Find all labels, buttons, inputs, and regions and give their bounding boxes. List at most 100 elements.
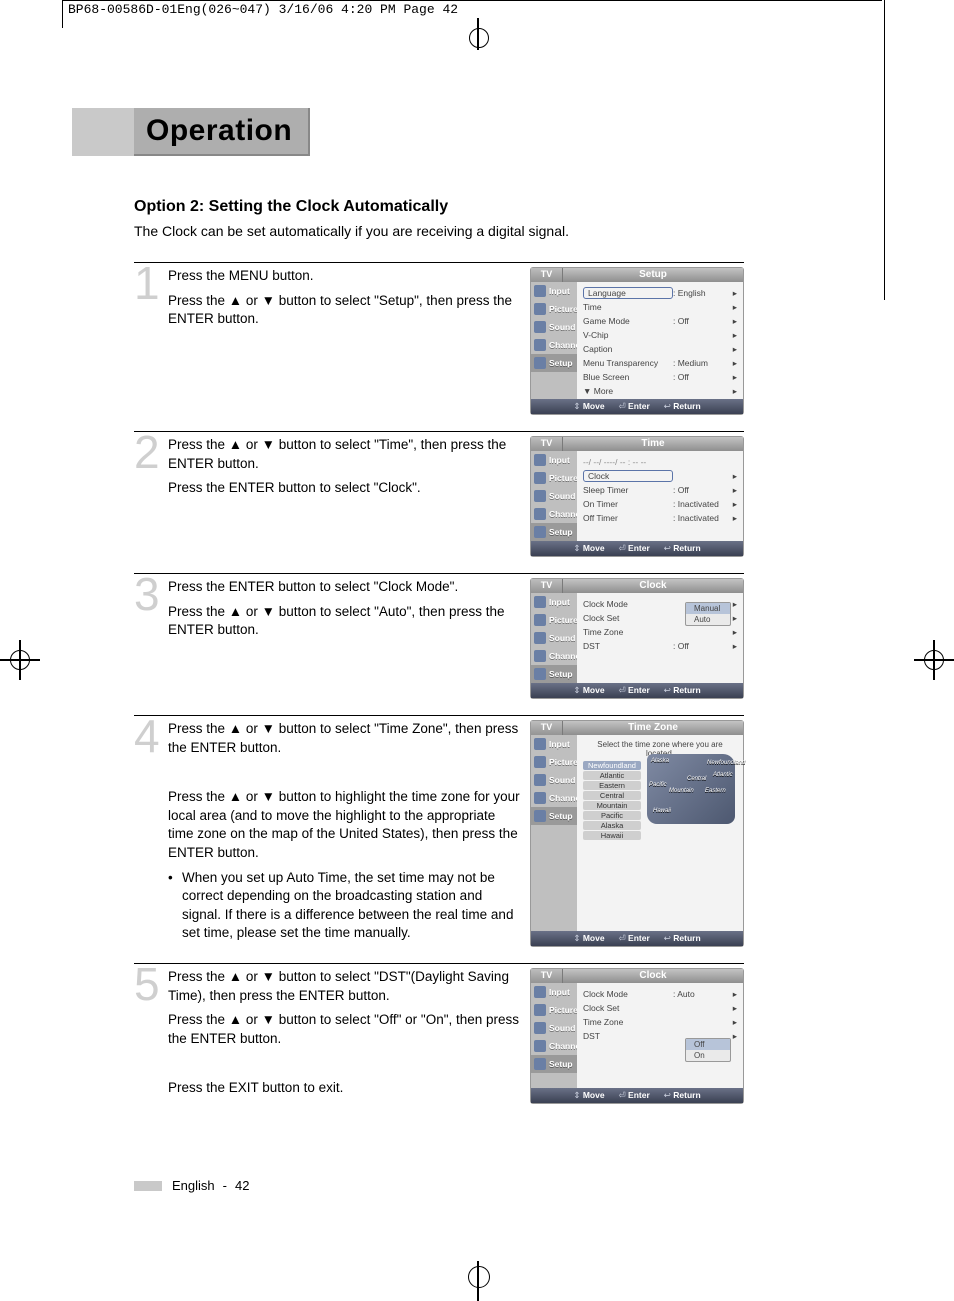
osd-sidebar: InputPictureSoundChannelSetup — [531, 451, 577, 541]
timezone-option[interactable]: Central — [583, 791, 641, 800]
osd-footer: ⇕ Move ⏎ Enter ↩ Return — [531, 541, 743, 556]
osd-sidebar: InputPictureSoundChannelSetup — [531, 735, 577, 931]
osd-row-key: On Timer — [583, 499, 673, 509]
chevron-right-icon: ▸ — [729, 627, 737, 638]
hint-move: ⇕ Move — [573, 933, 604, 944]
hint-return: ↩ Return — [664, 685, 701, 696]
osd-row-key: Clock Mode — [583, 599, 673, 609]
osd-side-label: Picture — [549, 304, 578, 314]
osd-side-label: Picture — [549, 757, 578, 767]
timezone-option[interactable]: Alaska — [583, 821, 641, 830]
step-number: 5 — [134, 964, 168, 1104]
hint-return: ↩ Return — [664, 543, 701, 554]
osd-dropdown-option[interactable]: Off — [686, 1039, 730, 1050]
osd-row-key: Menu Transparency — [583, 358, 673, 368]
osd-side-sound: Sound — [531, 629, 577, 647]
picture-icon — [534, 303, 546, 315]
sound-icon — [534, 490, 546, 502]
osd-side-picture: Picture — [531, 1001, 577, 1019]
osd-side-label: Sound — [549, 491, 575, 501]
osd-dropdown-option[interactable]: Auto — [686, 614, 730, 625]
footer-page-number: 42 — [235, 1178, 249, 1193]
osd-row-key: Time — [583, 302, 673, 312]
osd-row-val: : Off — [673, 372, 729, 382]
osd-row-key: Clock Set — [583, 1003, 673, 1013]
timezone-option[interactable]: Hawaii — [583, 831, 641, 840]
osd-side-picture: Picture — [531, 300, 577, 318]
crop-mark — [62, 0, 63, 28]
osd-title: Clock — [563, 579, 743, 593]
chevron-right-icon: ▸ — [729, 499, 737, 510]
osd-row-key: Game Mode — [583, 316, 673, 326]
osd-panel: Select the time zone where you are locat… — [577, 735, 743, 931]
osd-side-channel: Channel — [531, 336, 577, 354]
osd-dropdown-option[interactable]: Manual — [686, 603, 730, 614]
step-body: Press the MENU button. Press the ▲ or ▼ b… — [168, 267, 530, 415]
timezone-option[interactable]: Atlantic — [583, 771, 641, 780]
timezone-option[interactable]: Newfoundland — [583, 761, 641, 770]
timezone-panel: Select the time zone where you are locat… — [583, 740, 737, 929]
map-label: Hawaii — [653, 808, 671, 814]
osd-side-channel: Channel — [531, 789, 577, 807]
setup-icon — [534, 526, 546, 538]
crop-mark — [884, 0, 885, 300]
page-footer: English - 42 — [134, 1178, 249, 1193]
osd-dropdown[interactable]: ManualAuto — [685, 602, 731, 626]
osd-side-label: Setup — [549, 1059, 573, 1069]
osd-dropdown-option[interactable]: On — [686, 1050, 730, 1061]
step-text: Press the MENU button. — [168, 267, 520, 286]
osd-side-label: Sound — [549, 322, 575, 332]
step-text: Press the ▲ or ▼ button to select "Setup… — [168, 292, 520, 329]
osd-row: V-Chip ▸ — [583, 329, 737, 341]
us-map: Alaska Pacific Mountain Central Eastern … — [647, 754, 735, 824]
timezone-option[interactable]: Eastern — [583, 781, 641, 790]
osd-side-setup: Setup — [531, 354, 577, 372]
registration-mark — [0, 640, 40, 680]
hint-return: ↩ Return — [664, 1090, 701, 1101]
map-label: Pacific — [649, 782, 667, 788]
registration-mark — [914, 640, 954, 680]
osd-row: Menu Transparency : Medium ▸ — [583, 357, 737, 369]
input-icon — [534, 285, 546, 297]
timezone-option[interactable]: Pacific — [583, 811, 641, 820]
osd-side-label: Sound — [549, 633, 575, 643]
osd-row: Clock Mode : Auto ▸ — [583, 988, 737, 1000]
osd-side-label: Setup — [549, 669, 573, 679]
chevron-right-icon: ▸ — [729, 485, 737, 496]
osd-side-setup: Setup — [531, 1055, 577, 1073]
osd-side-picture: Picture — [531, 753, 577, 771]
osd-side-sound: Sound — [531, 318, 577, 336]
osd-row-val: : Off — [673, 641, 729, 651]
step-number: 2 — [134, 432, 168, 557]
hint-enter: ⏎ Enter — [619, 933, 650, 944]
chevron-right-icon: ▸ — [729, 344, 737, 355]
hint-enter: ⏎ Enter — [619, 1090, 650, 1101]
osd-side-channel: Channel — [531, 1037, 577, 1055]
hint-enter: ⏎ Enter — [619, 401, 650, 412]
picture-icon — [534, 472, 546, 484]
osd-screenshot: TV Time InputPictureSoundChannelSetup --… — [530, 436, 744, 557]
step-text: Press the ▲ or ▼ button to highlight the… — [168, 788, 520, 863]
osd-side-label: Input — [549, 455, 570, 465]
osd-row: Blue Screen : Off ▸ — [583, 371, 737, 383]
prepress-slug: BP68-00586D-01Eng(026~047) 3/16/06 4:20 … — [68, 2, 458, 17]
channel-icon — [534, 792, 546, 804]
timezone-option[interactable]: Mountain — [583, 801, 641, 810]
osd-side-channel: Channel — [531, 647, 577, 665]
osd-side-picture: Picture — [531, 611, 577, 629]
osd-dropdown[interactable]: OffOn — [685, 1038, 731, 1062]
input-icon — [534, 738, 546, 750]
footer-sep: - — [223, 1178, 227, 1193]
chevron-right-icon: ▸ — [729, 471, 737, 482]
hint-move: ⇕ Move — [573, 401, 604, 412]
osd-row-key: Language — [583, 287, 673, 299]
map-label: Mountain — [669, 788, 694, 794]
osd-row: Off Timer : Inactivated ▸ — [583, 512, 737, 524]
step-text: Press the EXIT button to exit. — [168, 1079, 520, 1098]
osd-side-label: Sound — [549, 775, 575, 785]
osd-side-label: Setup — [549, 358, 573, 368]
step-text: Press the ▲ or ▼ button to select "Auto"… — [168, 603, 520, 640]
chevron-right-icon: ▸ — [729, 1017, 737, 1028]
input-icon — [534, 986, 546, 998]
sound-icon — [534, 321, 546, 333]
